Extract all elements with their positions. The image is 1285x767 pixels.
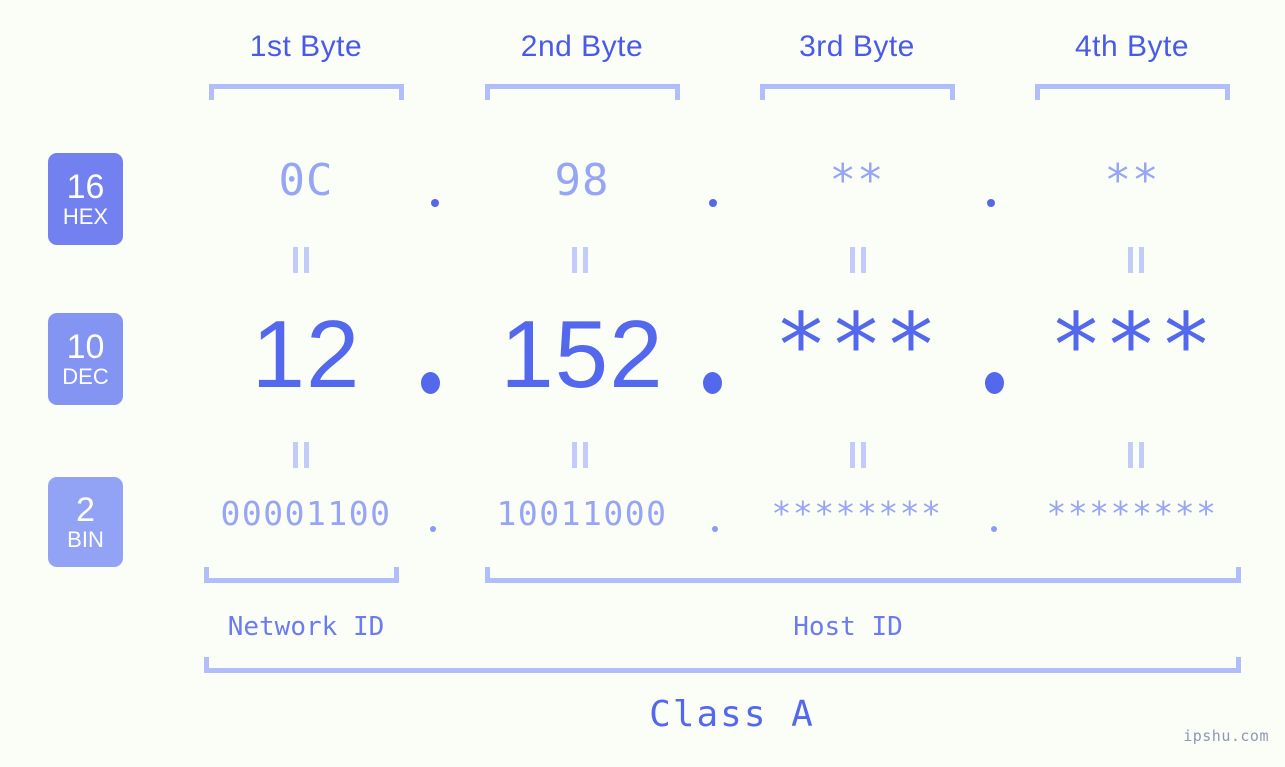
- class-label: Class A: [649, 694, 815, 735]
- dec-byte-4: ***: [1049, 294, 1215, 397]
- radix-badge-bin: 2 BIN: [48, 477, 123, 567]
- byte-header-2: 2nd Byte: [520, 30, 644, 63]
- host-id-label: Host ID: [793, 612, 903, 642]
- byte-bracket-3: [760, 84, 955, 100]
- bin-dot-separator-2: [712, 526, 718, 532]
- radix-badge-dec: 10 DEC: [48, 313, 123, 405]
- dec-dot-separator-3: [985, 372, 1004, 394]
- byte-header-4: 4th Byte: [1074, 30, 1190, 63]
- byte-header-1: 1st Byte: [249, 30, 363, 63]
- bin-byte-2: 10011000: [496, 494, 668, 533]
- class-bracket: [204, 657, 1241, 673]
- ip-address-breakdown-diagram: 1st Byte 2nd Byte 3rd Byte 4th Byte 16 H…: [0, 0, 1285, 767]
- radix-badge-bin-name: BIN: [67, 527, 104, 552]
- equals-mark-hex-dec-1: [293, 247, 309, 273]
- network-id-bracket: [204, 567, 399, 583]
- host-id-bracket: [485, 567, 1241, 583]
- byte-header-3: 3rd Byte: [799, 30, 915, 63]
- hex-dot-separator-2: [709, 199, 717, 207]
- radix-badge-hex-number: 16: [66, 168, 105, 206]
- dec-dot-separator-2: [703, 372, 722, 394]
- equals-mark-dec-bin-1: [293, 442, 309, 468]
- radix-badge-dec-number: 10: [66, 328, 105, 366]
- bin-byte-3: ********: [771, 494, 943, 533]
- hex-byte-4: **: [1104, 155, 1160, 206]
- dec-byte-2: 152: [500, 301, 664, 408]
- equals-mark-dec-bin-2: [572, 442, 588, 468]
- equals-mark-dec-bin-4: [1128, 442, 1144, 468]
- byte-bracket-1: [209, 84, 404, 100]
- bin-byte-4: ********: [1046, 494, 1218, 533]
- dec-byte-3: ***: [774, 294, 940, 397]
- dec-byte-1: 12: [251, 301, 361, 408]
- equals-mark-hex-dec-4: [1128, 247, 1144, 273]
- radix-badge-bin-number: 2: [76, 491, 95, 529]
- bin-dot-separator-3: [991, 526, 997, 532]
- radix-badge-dec-name: DEC: [62, 364, 109, 389]
- dec-dot-separator-1: [421, 372, 440, 394]
- equals-mark-dec-bin-3: [850, 442, 866, 468]
- radix-badge-hex: 16 HEX: [48, 153, 123, 245]
- hex-dot-separator-1: [431, 199, 439, 207]
- byte-bracket-2: [485, 84, 680, 100]
- radix-badge-hex-name: HEX: [62, 204, 109, 229]
- hex-byte-1: 0C: [278, 155, 334, 206]
- equals-mark-hex-dec-3: [850, 247, 866, 273]
- hex-byte-3: **: [829, 155, 885, 206]
- equals-mark-hex-dec-2: [572, 247, 588, 273]
- byte-bracket-4: [1035, 84, 1230, 100]
- hex-dot-separator-3: [987, 199, 995, 207]
- bin-dot-separator-1: [430, 526, 436, 532]
- site-watermark: ipshu.com: [1183, 727, 1269, 745]
- network-id-label: Network ID: [227, 612, 385, 642]
- hex-byte-2: 98: [554, 155, 610, 206]
- bin-byte-1: 00001100: [220, 494, 392, 533]
